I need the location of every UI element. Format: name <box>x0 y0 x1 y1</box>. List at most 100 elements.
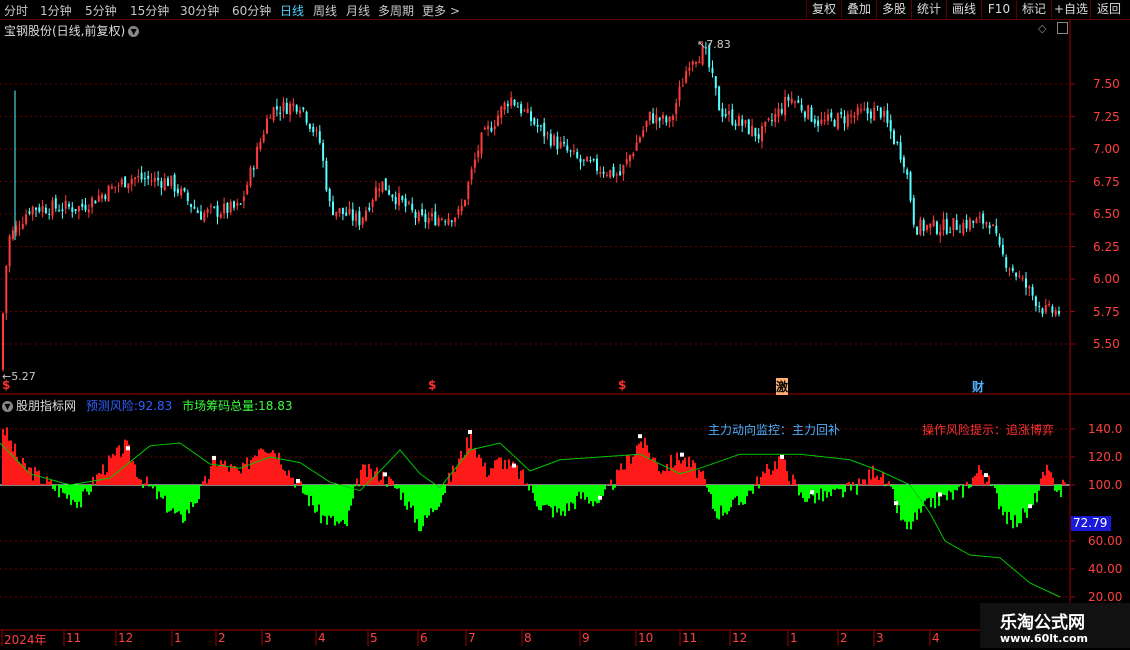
histogram-bar <box>1010 485 1012 520</box>
histogram-bar <box>390 478 392 485</box>
candle-body <box>1001 244 1004 255</box>
histogram-bar <box>86 485 88 492</box>
date-tick-label: 4 <box>932 631 940 645</box>
histogram-bar <box>728 485 730 512</box>
histogram-bar <box>202 481 204 485</box>
histogram-bar <box>936 485 938 493</box>
histogram-bar <box>444 485 446 494</box>
histogram-bar <box>510 465 512 485</box>
histogram-bar <box>610 479 612 485</box>
histogram-bar <box>632 456 634 485</box>
candle-body <box>939 231 942 236</box>
histogram-bar <box>224 460 226 485</box>
candle-body <box>662 114 664 119</box>
histogram-bar <box>732 485 734 500</box>
histogram-bar <box>894 485 896 501</box>
histogram-bar <box>754 483 756 485</box>
candle-body <box>1011 267 1014 271</box>
chart-title[interactable]: 宝钢股份(日线,前复权) ▼ <box>4 22 140 39</box>
histogram-bar <box>572 485 574 504</box>
histogram-bar <box>532 485 534 494</box>
histogram-bar <box>590 485 592 502</box>
candle-body <box>850 115 853 117</box>
histogram-bar <box>28 467 30 485</box>
candle-body <box>668 116 671 122</box>
histogram-bar <box>154 485 156 487</box>
histogram-bar <box>968 485 970 489</box>
candle-body <box>282 101 285 112</box>
histogram-bar <box>838 485 840 490</box>
histogram-bar <box>516 464 518 485</box>
candle-body <box>744 120 747 124</box>
histogram-bar <box>588 485 590 504</box>
histogram-bar <box>50 479 52 485</box>
histogram-bar <box>198 485 200 500</box>
candle-body <box>807 105 810 119</box>
histogram-bar <box>1054 485 1056 491</box>
histogram-bar <box>596 485 598 504</box>
histogram-bar <box>638 443 640 485</box>
histogram-bar <box>360 469 362 485</box>
chevron-down-icon[interactable]: ▼ <box>2 401 13 412</box>
candle-body <box>1044 305 1047 313</box>
candle-body <box>328 188 331 202</box>
histogram-bar <box>752 485 754 494</box>
candle-body <box>348 208 351 214</box>
histogram-bar <box>696 477 698 485</box>
histogram-bar <box>514 467 516 485</box>
histogram-bar <box>578 485 580 492</box>
chart-canvas[interactable] <box>0 0 1130 650</box>
candle-body <box>87 209 90 213</box>
candle-body <box>543 122 546 137</box>
diamond-icon[interactable]: ◇ <box>1038 22 1046 35</box>
histogram-bar <box>862 479 864 485</box>
window-icon[interactable] <box>1057 22 1068 34</box>
histogram-bar <box>480 458 482 485</box>
high-price-label: ↖7.83 <box>697 38 731 51</box>
indicator-title[interactable]: ▼ 股朋指标网 预测风险:92.83 市场筹码总量:18.83 <box>2 397 292 414</box>
candle-body <box>114 186 117 188</box>
candle-body <box>206 209 209 213</box>
chevron-down-icon[interactable]: ▼ <box>128 26 140 37</box>
histogram-bar <box>116 447 118 485</box>
candle-body <box>302 107 305 110</box>
histogram-bar <box>722 485 724 516</box>
histogram-bar <box>210 466 212 485</box>
candle-body <box>629 155 631 161</box>
candle-body <box>635 142 638 151</box>
candle-body <box>322 143 325 161</box>
histogram-bar <box>288 470 290 485</box>
signal-marker <box>126 446 130 451</box>
candle-body <box>902 157 905 168</box>
candle-body <box>107 185 110 202</box>
histogram-bar <box>1048 470 1050 485</box>
candle-body <box>74 208 77 212</box>
histogram-bar <box>392 480 394 485</box>
histogram-bar <box>280 464 282 485</box>
candle-body <box>754 127 757 137</box>
histogram-bar <box>910 485 912 530</box>
histogram-bar <box>700 471 702 485</box>
histogram-bar <box>410 485 412 508</box>
histogram-bar <box>378 481 380 485</box>
histogram-bar <box>724 485 726 513</box>
candle-body <box>965 219 968 229</box>
candle-body <box>883 110 886 117</box>
histogram-bar <box>1022 485 1024 509</box>
histogram-bar <box>430 485 432 509</box>
candle-body <box>741 119 744 126</box>
histogram-bar <box>158 485 160 492</box>
candle-body <box>35 207 37 210</box>
histogram-bar <box>220 460 222 485</box>
histogram-bar <box>408 485 410 502</box>
histogram-bar <box>424 485 426 516</box>
candle-body <box>1005 257 1008 268</box>
candle-body <box>341 207 344 214</box>
candle-body <box>596 158 598 171</box>
candle-body <box>424 213 427 223</box>
histogram-bar <box>400 485 402 500</box>
histogram-bar <box>486 476 488 485</box>
candle-body <box>97 195 100 202</box>
histogram-bar <box>954 485 956 490</box>
histogram-bar <box>524 483 526 485</box>
